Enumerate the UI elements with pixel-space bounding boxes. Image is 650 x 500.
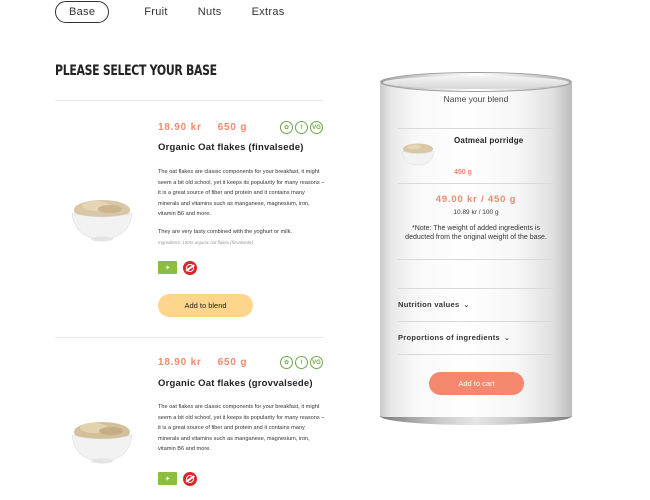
product-weight: 650 g [217,357,248,368]
product-description: The oat flakes are classic components fo… [158,404,325,452]
oat-bowl-image [71,422,133,464]
blend-name-input[interactable]: Name your blend [380,94,572,104]
divider [398,183,554,184]
weight-note: *Note: The weight of added ingredients i… [405,225,547,241]
leaf-icon: ✿ [280,356,293,369]
chevron-down-icon: ⌄ [503,335,511,342]
blend-item-weight: 450 g [454,169,472,176]
price-row: 18.90 kr 650 g [158,357,247,368]
proportions-label: Proportions of ingredients [398,333,500,342]
blend-total-price: 49.00 kr / 450 g [435,194,517,205]
oatmeal-bowl-image [401,143,435,166]
certification-labels: ✦ [158,472,197,486]
divider [398,321,554,322]
product-card: 18.90 kr 650 g ✿ ⌇ VG Organic Oat flakes… [55,0,325,500]
vegan-icon: VG [310,356,323,369]
nutrition-values-toggle[interactable]: Nutrition values ⌄ [398,300,470,309]
add-to-cart-button[interactable]: Add to cart [429,372,524,395]
blend-item-name: Oatmeal porridge [454,136,524,145]
product-price: 18.90 kr [158,357,202,368]
blend-can: Name your blend Oatmeal porridge 450 g 4… [380,72,572,425]
proportions-toggle[interactable]: Proportions of ingredients ⌄ [398,333,510,342]
nutrition-label: Nutrition values [398,300,460,309]
can-lid [380,72,572,92]
price-per-100g: 10.89 kr / 100 g [453,209,499,216]
wheat-icon: ⌇ [295,356,308,369]
diet-badges: ✿ ⌇ VG [280,356,323,369]
eu-organic-icon: ✦ [158,472,177,485]
product-name: Organic Oat flakes (grovvalsede) [158,378,313,389]
chevron-down-icon: ⌄ [463,302,470,309]
divider [398,354,554,355]
divider [398,128,554,129]
divider [398,288,554,289]
divider [398,259,554,260]
danish-organic-icon [183,472,197,486]
can-body [380,82,572,417]
